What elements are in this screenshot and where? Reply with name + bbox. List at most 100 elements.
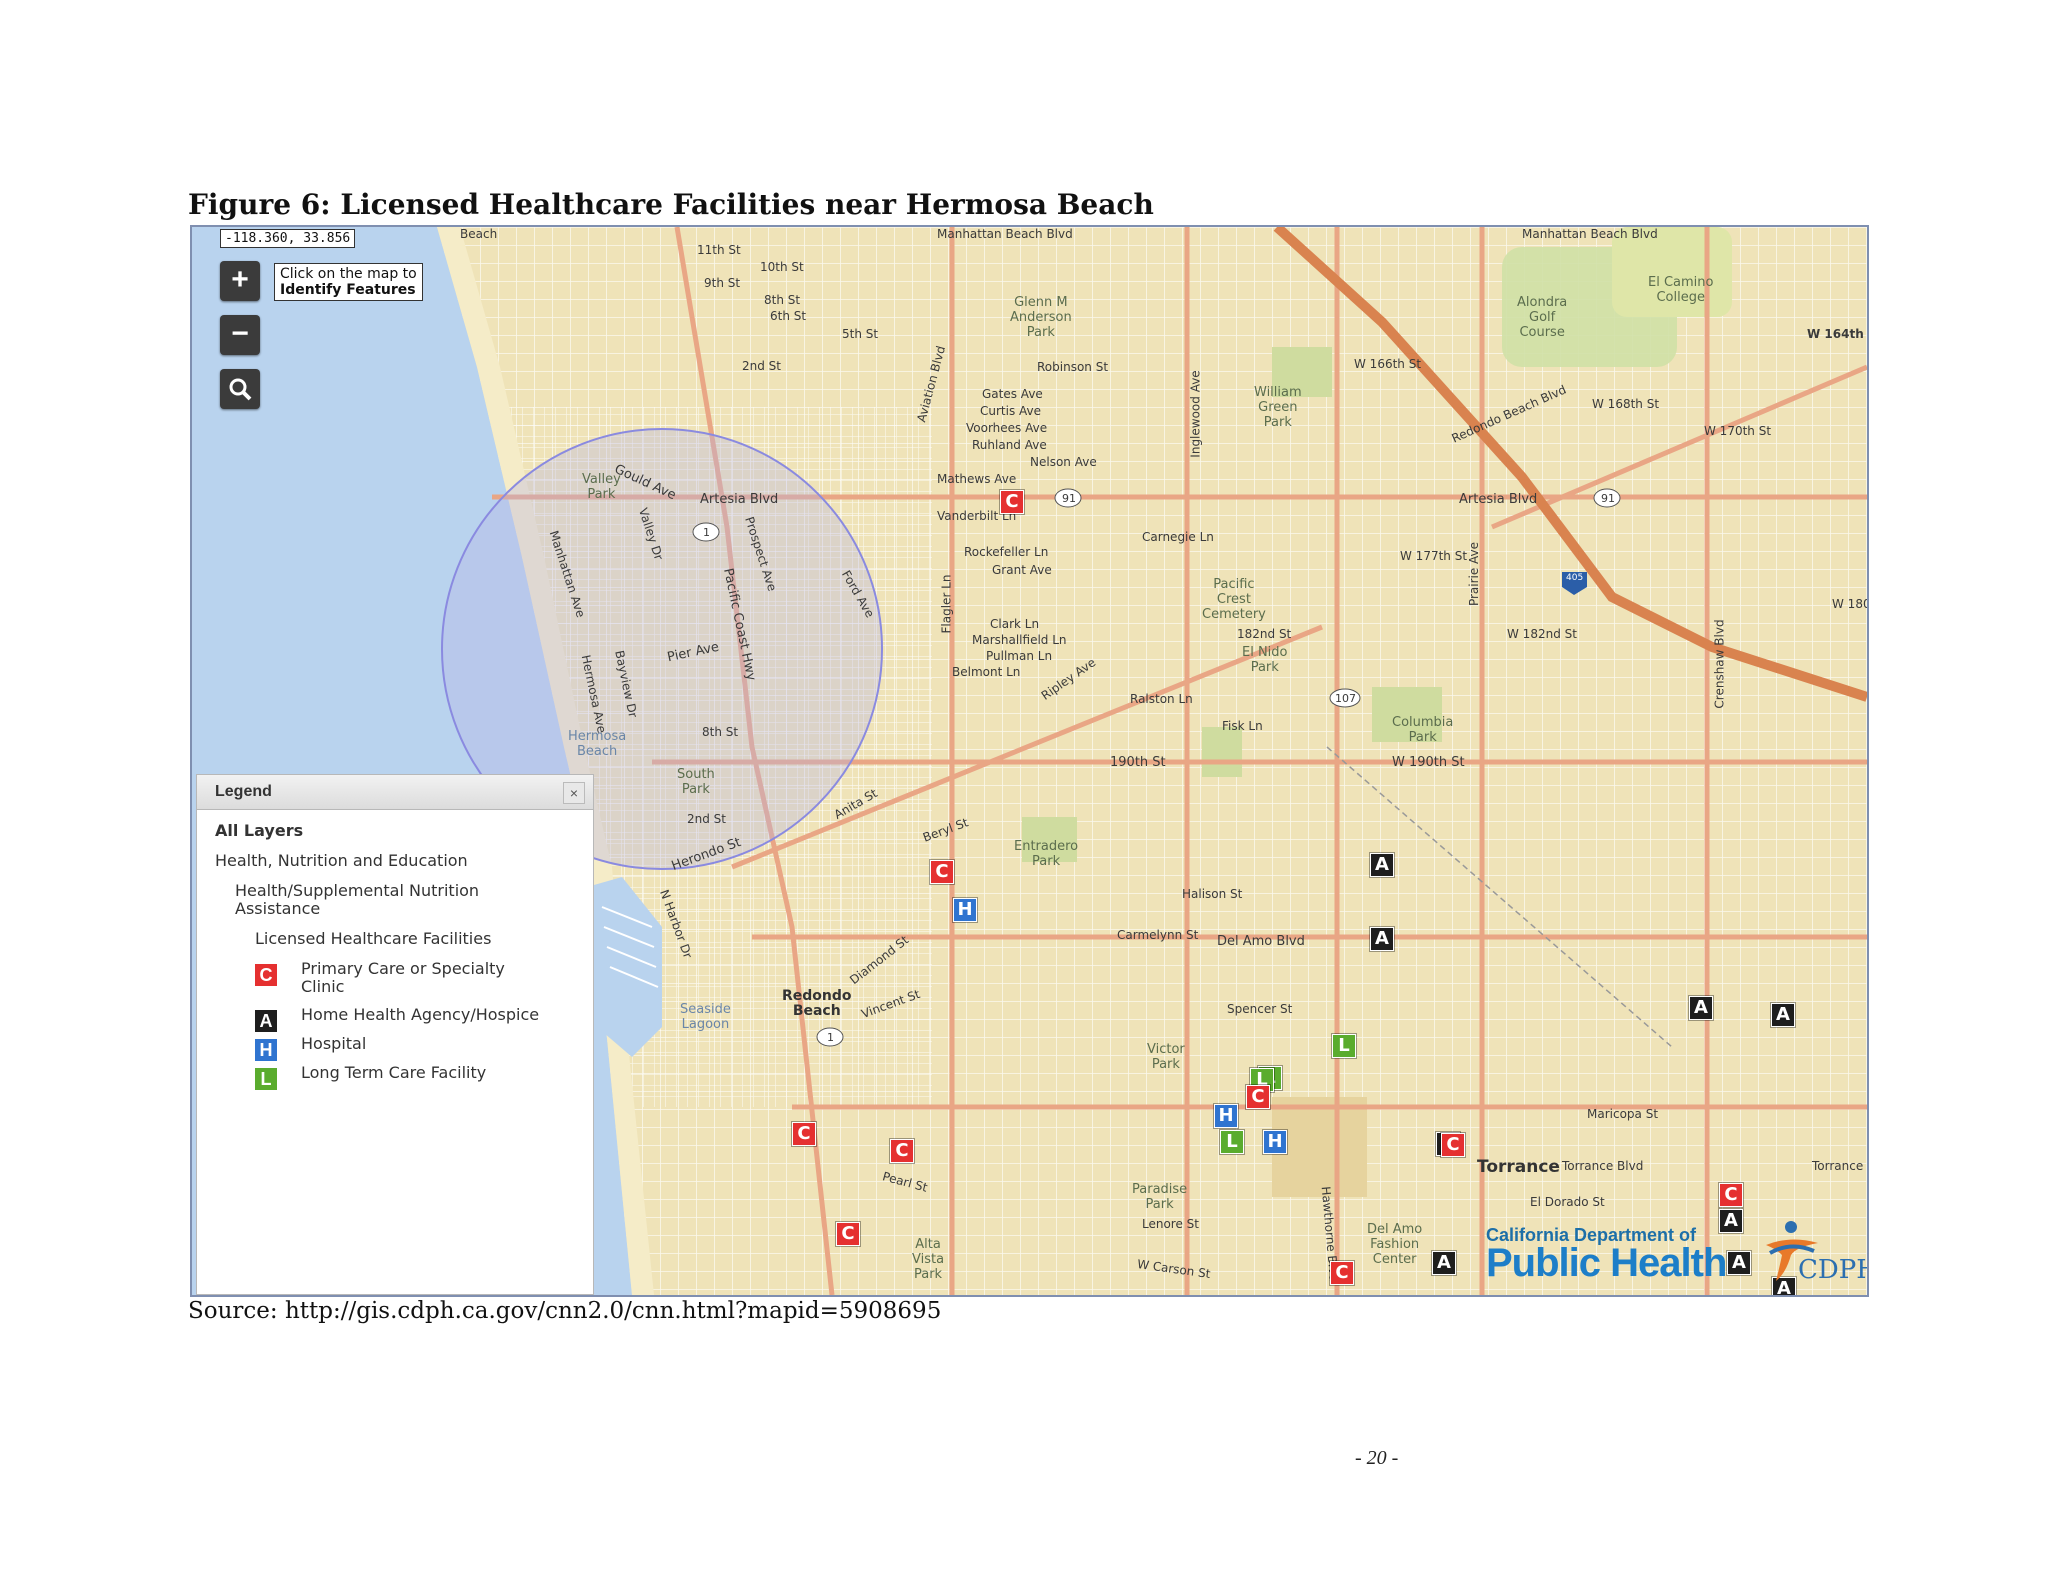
map-label: Lenore St	[1142, 1217, 1199, 1231]
map-label: Redondo Beach	[782, 988, 852, 1019]
map-park-label: South Park	[677, 767, 715, 797]
zoom-out-button[interactable]: −	[220, 315, 260, 355]
clinic-icon: C	[255, 964, 277, 986]
interstate-shield-label: 405	[1566, 573, 1584, 583]
map-water-label: Hermosa Beach	[568, 729, 627, 759]
map-label: 10th St	[760, 260, 804, 274]
clinic-marker[interactable]: C	[1441, 1133, 1465, 1157]
map-label: Robinson St	[1037, 360, 1109, 374]
identify-tooltip: Click on the map to Identify Features	[274, 263, 423, 301]
map-label: Maricopa St	[1587, 1107, 1659, 1121]
home-health-marker[interactable]: A	[1432, 1251, 1456, 1275]
map-label: W 177th St	[1400, 549, 1468, 563]
tooltip-line2: Identify Features	[280, 282, 416, 298]
map-label: W 168th St	[1592, 397, 1660, 411]
map-label: Torrance	[1812, 1159, 1864, 1173]
map-label: Voorhees Ave	[966, 421, 1048, 435]
map-label: Flagler Ln	[939, 574, 954, 634]
map-park-label: William Green Park	[1254, 385, 1302, 430]
legend-header: Legend ×	[197, 775, 593, 810]
map-label: 8th St	[764, 293, 801, 307]
home-health-marker[interactable]: A	[1689, 996, 1713, 1020]
figure-title: Figure 6: Licensed Healthcare Facilities…	[188, 188, 1154, 221]
hospital-marker[interactable]: H	[1214, 1104, 1238, 1128]
zoom-in-button[interactable]: +	[220, 261, 260, 301]
clinic-marker[interactable]: C	[1000, 490, 1024, 514]
map-label: Ralston Ln	[1130, 692, 1193, 706]
map-park-label: Glenn M Anderson Park	[1010, 295, 1072, 340]
highway-shield-label: 91	[1062, 492, 1076, 505]
highway-shield-label: 107	[1335, 692, 1356, 705]
highway-shield-label: 1	[703, 526, 710, 539]
legend-subgroup: Health/Supplemental Nutrition Assistance	[235, 881, 480, 918]
home-health-marker[interactable]: A	[1370, 853, 1394, 877]
clinic-marker[interactable]: C	[930, 860, 954, 884]
page-number: - 20 -	[1355, 1447, 1399, 1469]
map-park-label: Victor Park	[1147, 1042, 1185, 1072]
map-label: 5th St	[842, 327, 879, 341]
hospital-icon: H	[255, 1039, 277, 1061]
legend-item-label: Hospital	[301, 1034, 367, 1053]
search-icon	[229, 378, 252, 401]
map-label: 6th St	[770, 309, 807, 323]
legend-item-label: Long Term Care Facility	[301, 1063, 487, 1082]
map-label: Marshallfield Ln	[972, 633, 1067, 647]
map-label: Manhattan Beach Blvd	[937, 227, 1073, 241]
map-label: Manhattan Beach Blvd	[1522, 227, 1658, 241]
legend-close-button[interactable]: ×	[563, 782, 585, 804]
map-park-label: El Nido Park	[1242, 645, 1288, 675]
map-park-label: El Camino College	[1648, 275, 1714, 305]
map-label: 2nd St	[687, 812, 726, 826]
clinic-marker[interactable]: C	[1719, 1183, 1743, 1207]
long-term-care-icon: L	[255, 1068, 277, 1090]
map-park-label: Del Amo Fashion Center	[1367, 1222, 1423, 1267]
map-label: Artesia Blvd	[700, 492, 779, 507]
map-label: Belmont Ln	[952, 665, 1021, 679]
clinic-marker[interactable]: C	[792, 1122, 816, 1146]
search-button[interactable]	[220, 369, 260, 409]
map-view[interactable]: -118.360, 33.856 + Click on the map to I…	[190, 225, 1869, 1297]
home-health-marker[interactable]: A	[1771, 1003, 1795, 1027]
map-label: 190th St	[1110, 755, 1166, 770]
map-label: Spencer St	[1227, 1002, 1293, 1016]
map-label: Clark Ln	[990, 617, 1040, 631]
map-label: El Dorado St	[1530, 1195, 1605, 1209]
map-label: Halison St	[1182, 887, 1243, 901]
map-park-label: Paradise Park	[1132, 1182, 1188, 1212]
map-label: W 166th St	[1354, 357, 1422, 371]
legend-title: Legend	[215, 783, 272, 800]
map-label: Crenshaw Blvd	[1712, 619, 1727, 709]
map-park-label: Entradero Park	[1014, 839, 1079, 869]
map-label: Curtis Ave	[980, 404, 1042, 418]
highway-shield-label: 91	[1601, 492, 1615, 505]
map-park-label: Columbia Park	[1392, 715, 1454, 745]
map-label: Torrance Blvd	[1562, 1159, 1644, 1173]
legend-item-label: Home Health Agency/Hospice	[301, 1005, 540, 1024]
map-label: 8th St	[702, 725, 739, 739]
clinic-marker[interactable]: C	[1246, 1085, 1270, 1109]
map-label: W 182nd St	[1507, 627, 1577, 641]
map-label: Grant Ave	[992, 563, 1052, 577]
map-label: W 170th St	[1704, 424, 1772, 438]
map-label: Inglewood Ave	[1188, 370, 1203, 458]
long-term-care-marker[interactable]: L	[1220, 1130, 1244, 1154]
cdph-logo: California Department of Public Health C…	[1466, 1215, 1867, 1295]
legend-panel: Legend × All Layers Health, Nutrition an…	[196, 774, 594, 1295]
clinic-marker[interactable]: C	[890, 1139, 914, 1163]
map-park-label: Alta Vista Park	[912, 1237, 945, 1282]
clinic-marker[interactable]: C	[1330, 1261, 1354, 1285]
home-health-marker[interactable]: A	[1370, 927, 1394, 951]
hospital-marker[interactable]: H	[953, 898, 977, 922]
legend-layer: Licensed Healthcare Facilities	[255, 929, 492, 948]
map-label: 11th St	[697, 243, 741, 257]
map-label: Ruhland Ave	[972, 438, 1047, 452]
map-label: Del Amo Blvd	[1217, 934, 1305, 949]
map-label: 2nd St	[742, 359, 781, 373]
highway-shield-label: 1	[827, 1031, 834, 1044]
clinic-marker[interactable]: C	[836, 1222, 860, 1246]
long-term-care-marker[interactable]: L	[1332, 1034, 1356, 1058]
home-health-icon: A	[255, 1010, 277, 1032]
map-label: Beach	[460, 227, 498, 241]
map-label: Carmelynn St	[1117, 928, 1199, 942]
hospital-marker[interactable]: H	[1263, 1130, 1287, 1154]
